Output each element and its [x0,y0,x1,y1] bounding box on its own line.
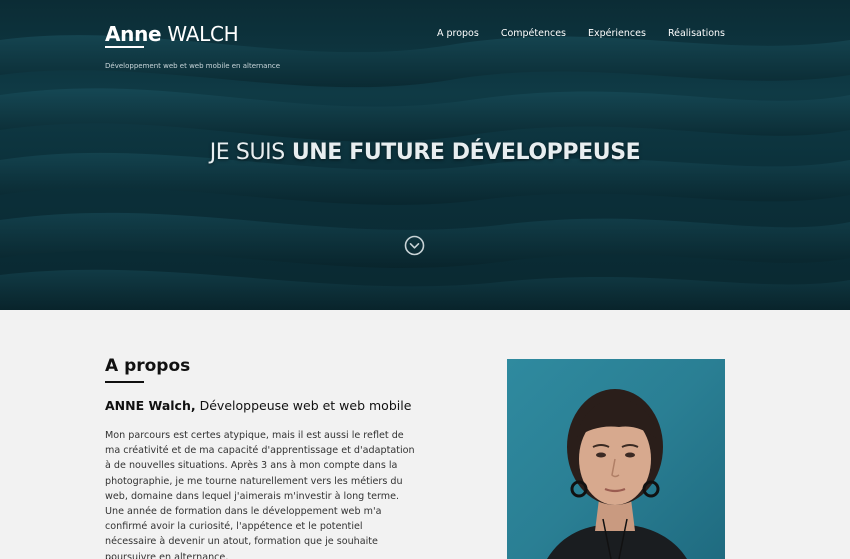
about-role: Développeuse web et web mobile [199,398,412,413]
about-section-title: A propos [105,356,191,376]
tagline: Développement web et web mobile en alter… [105,62,281,70]
logo-first-name: Anne [105,22,162,46]
about-paragraph: Mon parcours est certes atypique, mais i… [105,430,415,559]
about-name: ANNE Walch, [105,398,196,413]
nav-item-experiences[interactable]: Expériences [588,28,646,39]
about-more-text: ... [105,551,115,559]
portrait-photo [507,359,725,559]
logo-underline [105,46,144,48]
headline-strong: UNE FUTURE DÉVELOPPEUSE [291,140,641,165]
about-subtitle: ANNE Walch, Développeuse web et web mobil… [105,398,411,413]
about-title-underline [105,381,144,383]
nav-item-a-propos[interactable]: A propos [437,28,479,39]
nav-item-realisations[interactable]: Réalisations [668,28,725,39]
logo-last-name: WALCH [167,22,239,46]
nav-item-competences[interactable]: Compétences [501,28,566,39]
headline-light: JE SUIS [209,140,286,165]
main-nav: A propos Compétences Expériences Réalisa… [437,28,725,39]
hero-headline: JE SUIS UNE FUTURE DÉVELOPPEUSE [0,140,850,165]
hero-banner: Anne WALCH Développement web et web mobi… [0,0,850,310]
chevron-down-circle-icon[interactable] [404,235,425,256]
site-logo[interactable]: Anne WALCH [105,22,239,46]
